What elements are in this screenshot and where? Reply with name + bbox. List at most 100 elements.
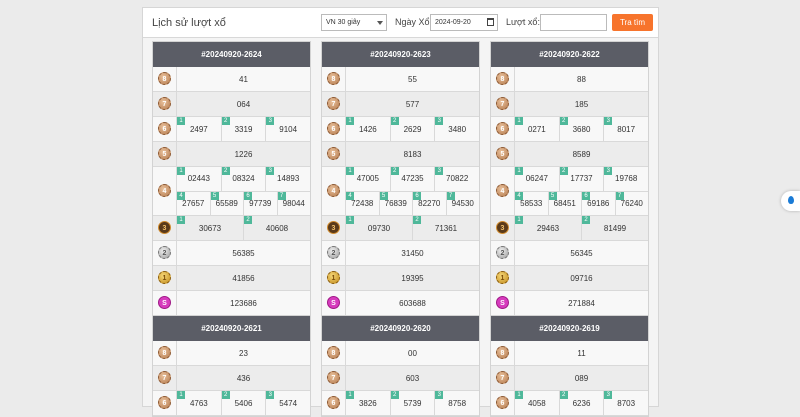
index-badge: 2 [559, 167, 568, 175]
index-badge: 6 [244, 191, 252, 200]
index-badge: 5 [379, 191, 388, 200]
date-label: Ngày Xổ: [395, 17, 433, 27]
prize-number: 17737 [570, 174, 593, 184]
prize-number: 30673 [198, 223, 222, 233]
game-select[interactable]: VN 30 giây [321, 14, 387, 31]
prize-value: 577 [405, 99, 420, 109]
prize-number: 2629 [403, 124, 422, 134]
prize-7-medal-icon: 7 [158, 371, 171, 384]
prize-value: 2 3319 [220, 117, 266, 141]
prize-value: 56385 [232, 248, 255, 258]
prize-value: 1226 [234, 149, 253, 159]
prize-row-7: 7 577 [322, 92, 479, 117]
prize-value: 089 [574, 373, 589, 383]
prize-number: 1426 [358, 124, 377, 134]
prize-8-medal-icon: 8 [158, 72, 171, 85]
index-badge: 1 [177, 216, 185, 224]
prize-5-medal-icon: 5 [496, 147, 509, 160]
prize-value: 8589 [572, 149, 591, 159]
index-badge: 2 [221, 391, 230, 399]
index-badge: 1 [177, 167, 185, 175]
prize-7-medal-icon: 7 [496, 371, 509, 384]
prize-row-8: 8 23 [153, 341, 310, 366]
prize-2-medal-icon: 2 [158, 246, 171, 259]
prize-row-6: 6 1 4763 2 5406 3 5474 [153, 391, 310, 416]
result-card: #20240920-2619 8 11 7 089 6 1 4058 2 6236 … [490, 315, 649, 417]
prize-value: 11 [577, 348, 586, 358]
prize-number: 14893 [277, 174, 300, 184]
prize-row-7: 7 089 [491, 366, 648, 391]
prize-number: 02443 [187, 174, 210, 184]
result-card: #20240920-2622 8 88 7 185 6 1 0271 2 3680 … [490, 41, 649, 317]
prize-value: 064 [236, 99, 251, 109]
prize-7-medal-icon: 7 [327, 371, 340, 384]
prize-row-6: 6 1 4058 2 6236 3 8703 [491, 391, 648, 416]
prize-4-medal-icon: 4 [158, 184, 171, 197]
index-badge: 3 [604, 391, 613, 399]
index-badge: 3 [604, 117, 613, 125]
index-badge: 7 [277, 191, 286, 200]
card-draw-id: #20240920-2622 [491, 42, 648, 67]
prize-6-medal-icon: 6 [327, 122, 340, 135]
prize-value: 436 [236, 373, 251, 383]
special-prize-icon: S [158, 296, 171, 309]
index-badge: 1 [177, 391, 185, 399]
prize-number: 72438 [351, 198, 374, 208]
prize-row-7: 7 064 [153, 92, 310, 117]
prize-number: 76839 [384, 198, 407, 208]
prize-row-5: 5 1226 [153, 142, 310, 167]
prize-3-medal-icon: 3 [327, 221, 340, 234]
prize-5-medal-icon: 5 [158, 147, 171, 160]
floating-side-tab[interactable] [781, 191, 800, 211]
prize-row-7: 7 436 [153, 366, 310, 391]
history-header: Lịch sử lượt xổ VN 30 giây Ngày Xổ: 2024… [143, 8, 658, 38]
date-field[interactable]: 2024-09-20 [430, 14, 498, 31]
prize-3-medal-icon: 3 [158, 221, 171, 234]
prize-value: 41856 [232, 273, 255, 283]
prize-number: 97739 [249, 198, 272, 208]
index-badge: 4 [177, 191, 185, 200]
prize-number: 19768 [615, 174, 638, 184]
index-badge: 2 [413, 216, 421, 224]
prize-number: 47005 [356, 174, 379, 184]
prize-row-4: 4 1 02443 2 08324 3 14893 4 27657 5 65589 6 97… [153, 167, 310, 216]
index-badge: 2 [582, 216, 590, 224]
index-badge: 4 [346, 191, 354, 200]
prize-row-6: 6 1 0271 2 3680 3 8017 [491, 117, 648, 142]
prize-number: 82270 [418, 198, 441, 208]
prize-row-8: 8 11 [491, 341, 648, 366]
prize-8-medal-icon: 8 [496, 72, 509, 85]
index-badge: 3 [435, 391, 444, 399]
prize-value: 123686 [230, 298, 257, 308]
draw-label: Lượt xổ: [506, 17, 540, 27]
prize-row-1: 1 19395 [322, 266, 479, 291]
prize-value: 8183 [403, 149, 422, 159]
search-button[interactable]: Tra tìm [612, 14, 653, 31]
prize-number: 81499 [603, 223, 627, 233]
index-badge: 4 [515, 191, 523, 200]
prize-1-medal-icon: 1 [158, 271, 171, 284]
prize-value: 3 9104 [265, 117, 310, 141]
prize-value: 55 [408, 74, 417, 84]
index-badge: 1 [515, 167, 523, 175]
index-badge: 2 [390, 167, 399, 175]
draw-number-input[interactable] [540, 14, 607, 31]
prize-value: 31450 [401, 248, 424, 258]
prize-7-medal-icon: 7 [327, 97, 340, 110]
prize-number: 9104 [279, 124, 298, 134]
card-draw-id: #20240920-2620 [322, 316, 479, 341]
prize-number: 94530 [451, 198, 474, 208]
prize-value: 1 2497 [177, 117, 221, 141]
prize-row-3: 3 1 29463 2 81499 [491, 216, 648, 241]
prize-row-special: S 123686 [153, 291, 310, 316]
prize-number: 06247 [525, 174, 548, 184]
prize-number: 08324 [232, 174, 255, 184]
prize-value: 56345 [570, 248, 593, 258]
index-badge: 2 [390, 117, 399, 125]
calendar-icon[interactable] [487, 18, 494, 26]
index-badge: 1 [346, 167, 354, 175]
prize-number: 0271 [527, 124, 546, 134]
prize-5-medal-icon: 5 [327, 147, 340, 160]
index-badge: 3 [604, 167, 613, 175]
index-badge: 6 [582, 191, 590, 200]
